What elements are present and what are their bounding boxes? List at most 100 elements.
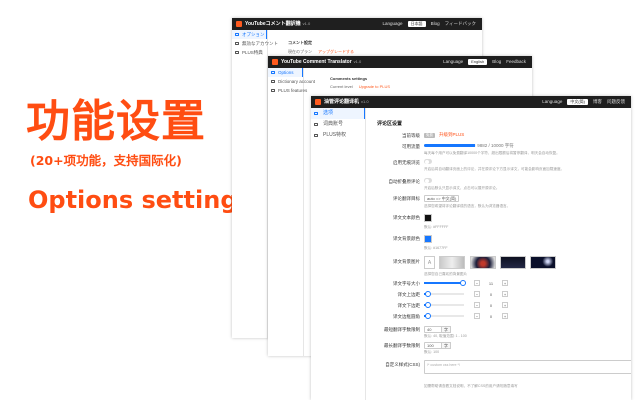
target-language-hint: 选择您希望将评论翻译成的语言，默认为浏览器语言。	[424, 204, 511, 208]
font-size-value[interactable]: 11	[483, 281, 499, 286]
feedback-link[interactable]: 问题反馈	[607, 96, 625, 108]
fold-original-toggle[interactable]	[424, 178, 432, 184]
max-chars-input[interactable]: 100	[424, 342, 442, 349]
min-chars-label: 最短翻译字数限制	[384, 327, 420, 332]
gift-icon	[314, 134, 318, 137]
margin-bottom-row: 译文下边距 −0 +	[377, 301, 625, 312]
app-logo-icon	[236, 21, 242, 27]
blog-link[interactable]: Blog	[431, 18, 440, 30]
sidebar-item-plus[interactable]: PLUS features	[268, 86, 307, 95]
auto-translate-toggle[interactable]	[424, 159, 432, 165]
promo-english-title: Options setting	[28, 186, 238, 214]
sidebar: オプション 無効なアカウント PLUS特典	[232, 30, 278, 338]
margin-bottom-stepper: −0 +	[474, 302, 508, 308]
minus-button[interactable]: −	[474, 280, 480, 286]
sidebar-item-options[interactable]: Options	[268, 68, 303, 77]
app-version: v1.0	[361, 99, 369, 104]
margin-bottom-value[interactable]: 0	[483, 303, 499, 308]
language-select[interactable]: 日本語	[407, 21, 426, 27]
sidebar-item-label: Options	[278, 70, 294, 75]
upgrade-link[interactable]: アップグレードする	[318, 49, 354, 54]
font-size-stepper: −11 +	[474, 280, 508, 286]
radius-value[interactable]: 0	[483, 314, 499, 319]
max-chars-hint: 默认: 100	[424, 350, 440, 354]
custom-css-hint-row: 如需帮助请查看文档说明，不了解CSS的用户请勿随意填写	[377, 384, 625, 392]
sidebar-item-account[interactable]: Dictionary account	[268, 77, 315, 86]
min-chars-input[interactable]: 40	[424, 326, 442, 333]
feedback-link[interactable]: Feedback	[506, 56, 526, 68]
settings-content: Comments settings Current level Upgrade t…	[330, 76, 390, 89]
minus-button[interactable]: −	[474, 302, 480, 308]
blog-link[interactable]: 博客	[593, 96, 602, 108]
gift-icon	[235, 51, 239, 54]
bg-color-swatch[interactable]	[424, 235, 432, 243]
usage-progress-bar	[424, 144, 476, 148]
text-color-row: 译文文本颜色 默认: #FFFFFF	[377, 213, 625, 234]
text-color-label: 译文文本颜色	[393, 215, 420, 220]
sidebar-item-plus[interactable]: PLUS特权	[311, 130, 365, 141]
text-color-hint: 默认: #FFFFFF	[424, 225, 449, 229]
bg-image-option-1[interactable]	[439, 256, 466, 269]
margin-top-label: 译文上边距	[397, 292, 421, 297]
max-chars-label: 最长翻译字数限制	[384, 343, 420, 348]
blog-link[interactable]: Blog	[492, 56, 501, 68]
section-title: Comments settings	[330, 76, 368, 81]
minus-button[interactable]: −	[474, 291, 480, 297]
sidebar-item-options[interactable]: オプション	[232, 30, 267, 39]
font-size-slider[interactable]	[424, 280, 466, 286]
upgrade-link[interactable]: Upgrade to PLUS	[359, 84, 390, 89]
radius-row: 译文边框圆角 −0 +	[377, 312, 625, 325]
sidebar-item-plus[interactable]: PLUS特典	[232, 48, 267, 57]
sidebar-item-label: PLUS features	[278, 88, 308, 93]
usage-progress-fill	[424, 144, 476, 148]
language-label: Language	[542, 99, 563, 104]
plus-button[interactable]: +	[502, 280, 508, 286]
target-language-select[interactable]: auto => 中文(简)	[424, 195, 460, 202]
sidebar-item-account[interactable]: 词典账号	[311, 119, 365, 130]
bg-image-option-2[interactable]	[469, 256, 496, 269]
sidebar-item-label: オプション	[242, 32, 265, 37]
language-select[interactable]: English	[468, 59, 488, 65]
bg-image-none-option[interactable]: A	[424, 256, 435, 269]
app-title: YouTube Comment Translator	[281, 59, 352, 65]
plan-label: 当前等级	[402, 133, 420, 138]
margin-top-row: 译文上边距 −0 +	[377, 290, 625, 301]
sidebar-item-options[interactable]: 选项	[311, 108, 365, 119]
margin-top-value[interactable]: 0	[483, 292, 499, 297]
margin-top-slider[interactable]	[424, 291, 464, 297]
promo-title: 功能设置	[26, 96, 206, 147]
sidebar-item-account[interactable]: 無効なアカウント	[232, 39, 278, 48]
plus-button[interactable]: +	[502, 291, 508, 297]
radius-slider[interactable]	[424, 313, 464, 319]
text-color-swatch[interactable]	[424, 214, 432, 222]
app-version: v1.0	[353, 59, 362, 64]
language-label: Language	[382, 21, 403, 26]
plus-button[interactable]: +	[502, 313, 508, 319]
radius-stepper: −0 +	[474, 313, 508, 319]
bg-color-label: 译文背景颜色	[393, 236, 420, 241]
bg-image-option-3[interactable]	[499, 256, 526, 269]
margin-top-stepper: −0 +	[474, 291, 508, 297]
settings-content: コメント設定 現在のプラン アップグレードする	[288, 40, 354, 55]
bg-image-option-4[interactable]	[530, 256, 557, 269]
user-icon	[314, 123, 318, 126]
bg-image-hint: 选择您自己喜欢的背景图片	[424, 272, 468, 276]
bg-color-row: 译文背景颜色 默认: #1677FF	[377, 234, 625, 255]
sidebar-item-label: PLUS特典	[242, 50, 263, 55]
custom-css-textarea[interactable]: /* custom css here */	[424, 360, 631, 374]
plan-row: Current level Upgrade to PLUS	[330, 84, 390, 89]
plus-button[interactable]: +	[502, 302, 508, 308]
language-select[interactable]: 中文(简)	[567, 99, 588, 105]
settings-icon	[235, 33, 239, 36]
options-window-chinese: 油管评论翻译机 v1.0 Language 中文(简) 博客 问题反馈 选项 词…	[311, 96, 631, 400]
min-chars-hint: 默认: 40, 取值范围: 1 - 100	[424, 334, 467, 338]
margin-bottom-slider[interactable]	[424, 302, 464, 308]
bg-image-label: 译文背景图片	[393, 259, 420, 264]
sidebar-item-label: 無効なアカウント	[242, 41, 278, 46]
radius-label: 译文边框圆角	[393, 314, 420, 319]
upgrade-link[interactable]: 升级到PLUS	[439, 132, 464, 137]
feedback-link[interactable]: フィードバック	[445, 18, 476, 30]
plan-label: 現在のプラン	[288, 49, 312, 54]
app-title: 油管评论翻译机	[324, 99, 360, 105]
minus-button[interactable]: −	[474, 313, 480, 319]
